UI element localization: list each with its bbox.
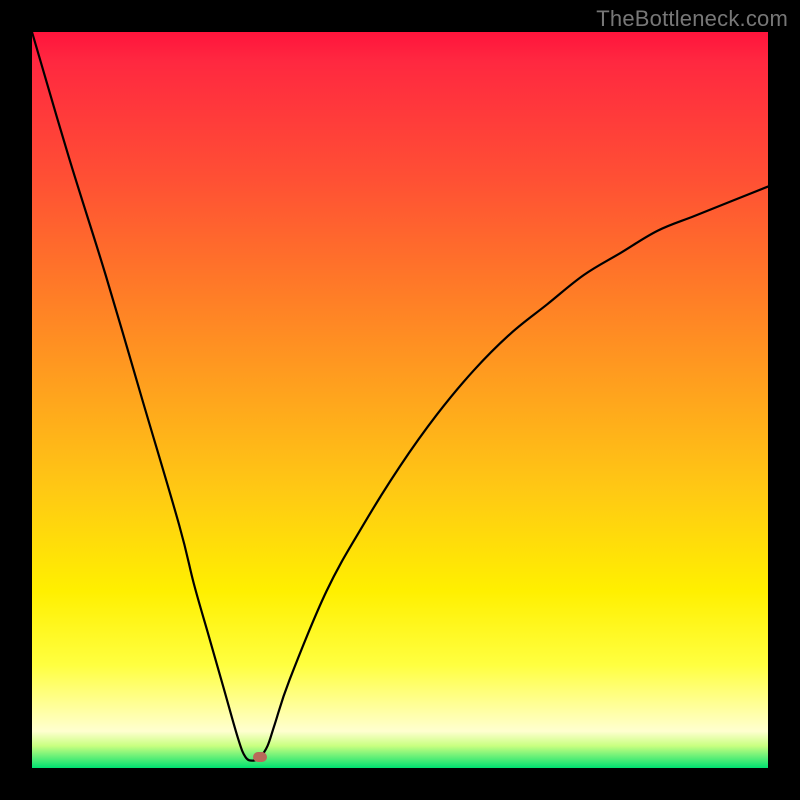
- plot-area: [32, 32, 768, 768]
- optimal-point-marker: [253, 752, 267, 762]
- bottleneck-curve: [32, 32, 768, 761]
- watermark-text: TheBottleneck.com: [596, 6, 788, 32]
- curve-svg: [32, 32, 768, 768]
- chart-frame: TheBottleneck.com: [0, 0, 800, 800]
